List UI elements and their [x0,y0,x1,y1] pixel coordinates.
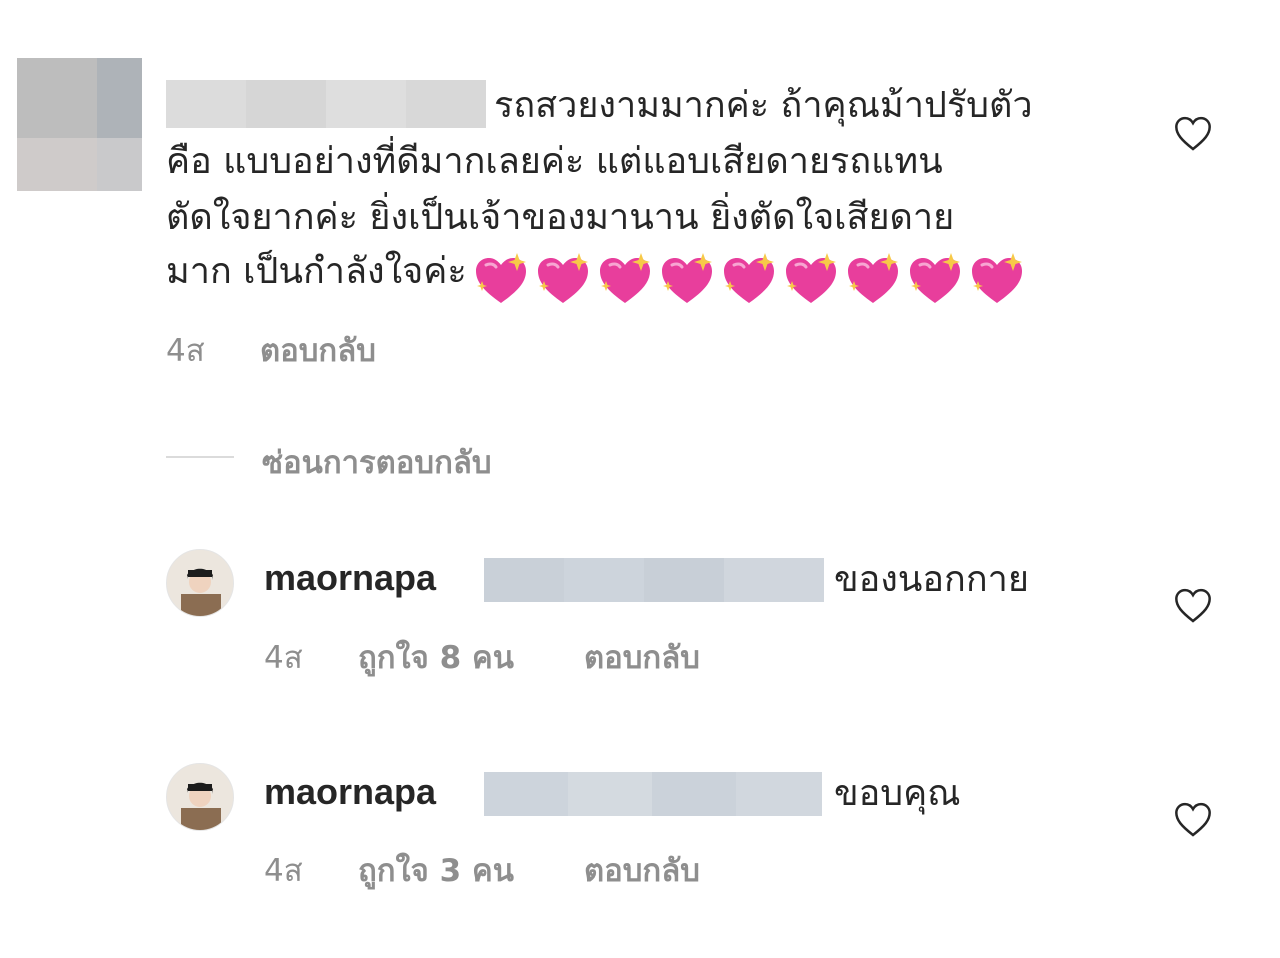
like-heart-icon[interactable] [1172,800,1214,840]
comment-time: 4ส [166,333,205,369]
reply-1-likes[interactable]: ถูกใจ 8 คน [358,632,514,682]
hide-replies-divider [166,456,234,458]
commenter-avatar[interactable] [17,58,142,191]
comment-text-line-3: ตัดใจยากค่ะ ยิ่งเป็นเจ้าของมานาน ยิ่งตัด… [166,197,955,238]
comment-text-line-1: รถสวยงามมากค่ะ ถ้าคุณม้าปรับตัว [494,85,1033,126]
sparkling-heart-icon [661,252,712,303]
sparkling-heart-icon [847,252,898,303]
like-heart-icon[interactable] [1172,114,1214,154]
comment-text-line-2: คือ แบบอย่างที่ดีมากเลยค่ะ แต่แอบเสียดาย… [166,141,943,182]
comment-text-line-4-row: มาก เป็นกำลังใจค่ะ [166,244,1026,307]
redacted-mention [484,772,822,816]
reply-2-time: 4ส [264,853,303,889]
sparkling-heart-icon [599,252,650,303]
sparkling-heart-icon [971,252,1022,303]
reply-1-time: 4ส [264,640,303,676]
hide-replies-button[interactable]: ซ่อนการตอบกลับ [262,437,492,487]
comment-reply-button[interactable]: ตอบกลับ [260,325,376,375]
reply-1-reply-button[interactable]: ตอบกลับ [584,632,700,682]
reply-2-text: ขอบคุณ [834,773,961,814]
sparkling-heart-icon [537,252,588,303]
sparkling-heart-icon [785,252,836,303]
reply-2-avatar[interactable] [166,763,234,831]
redacted-mention [484,558,824,602]
reply-2-username[interactable]: maornapa [264,771,436,813]
reply-1-text: ของนอกกาย [834,559,1029,600]
reply-2-reply-button[interactable]: ตอบกลับ [584,845,700,895]
redacted-username [166,80,486,128]
comment-text-line-4: มาก เป็นกำลังใจค่ะ [166,251,467,292]
sparkling-heart-icon [475,252,526,303]
sparkling-heart-icon [909,252,960,303]
reply-2-likes[interactable]: ถูกใจ 3 คน [358,845,514,895]
sparkling-hearts-row [472,251,1026,307]
sparkling-heart-icon [723,252,774,303]
reply-1-avatar[interactable] [166,549,234,617]
reply-1-username[interactable]: maornapa [264,557,436,599]
like-heart-icon[interactable] [1172,586,1214,626]
